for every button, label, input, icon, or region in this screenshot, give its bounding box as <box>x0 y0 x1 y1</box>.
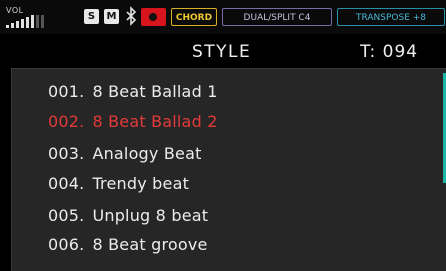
list-item[interactable]: 005. Unplug 8 beat <box>48 206 208 225</box>
volume-bars-icon <box>6 15 64 28</box>
tempo-display: T: 094 <box>360 42 419 62</box>
item-name: 8 Beat Ballad 2 <box>92 112 218 131</box>
item-name: Trendy beat <box>92 174 190 193</box>
item-name: Analogy Beat <box>92 144 202 163</box>
m-badge[interactable]: M <box>104 9 119 24</box>
scrollbar[interactable] <box>442 69 446 271</box>
item-number: 001. <box>48 82 85 101</box>
chord-button[interactable]: CHORD <box>171 8 217 26</box>
page-title: STYLE <box>192 42 252 62</box>
item-name: 8 Beat Ballad 1 <box>92 82 218 101</box>
record-icon[interactable] <box>141 8 166 26</box>
item-number: 006. <box>48 235 85 254</box>
bluetooth-icon <box>126 6 137 26</box>
dual-split-button[interactable]: DUAL/SPLIT C4 <box>222 8 332 26</box>
item-number: 005. <box>48 206 85 225</box>
list-item[interactable]: 004. Trendy beat <box>48 174 189 193</box>
volume-label: VOL <box>6 6 24 15</box>
item-name: Unplug 8 beat <box>92 206 209 225</box>
list-item[interactable]: 001. 8 Beat Ballad 1 <box>48 82 218 101</box>
list-item[interactable]: 003. Analogy Beat <box>48 144 202 163</box>
status-bar: VOL S M CHORD DUAL/SPLIT C4 TRANSPOSE +8 <box>0 0 446 34</box>
volume-indicator[interactable]: VOL <box>6 6 66 28</box>
item-number: 004. <box>48 174 85 193</box>
s-badge[interactable]: S <box>84 9 99 24</box>
transpose-button[interactable]: TRANSPOSE +8 <box>337 8 445 26</box>
item-name: 8 Beat groove <box>92 235 208 254</box>
item-number: 003. <box>48 144 85 163</box>
list-item[interactable]: 006. 8 Beat groove <box>48 235 208 254</box>
page-header: STYLE T: 094 <box>0 34 446 66</box>
style-list: 001. 8 Beat Ballad 1 002. 8 Beat Ballad 2 … <box>11 68 446 271</box>
list-item-selected[interactable]: 002. 8 Beat Ballad 2 <box>48 112 218 131</box>
item-number: 002. <box>48 112 85 131</box>
